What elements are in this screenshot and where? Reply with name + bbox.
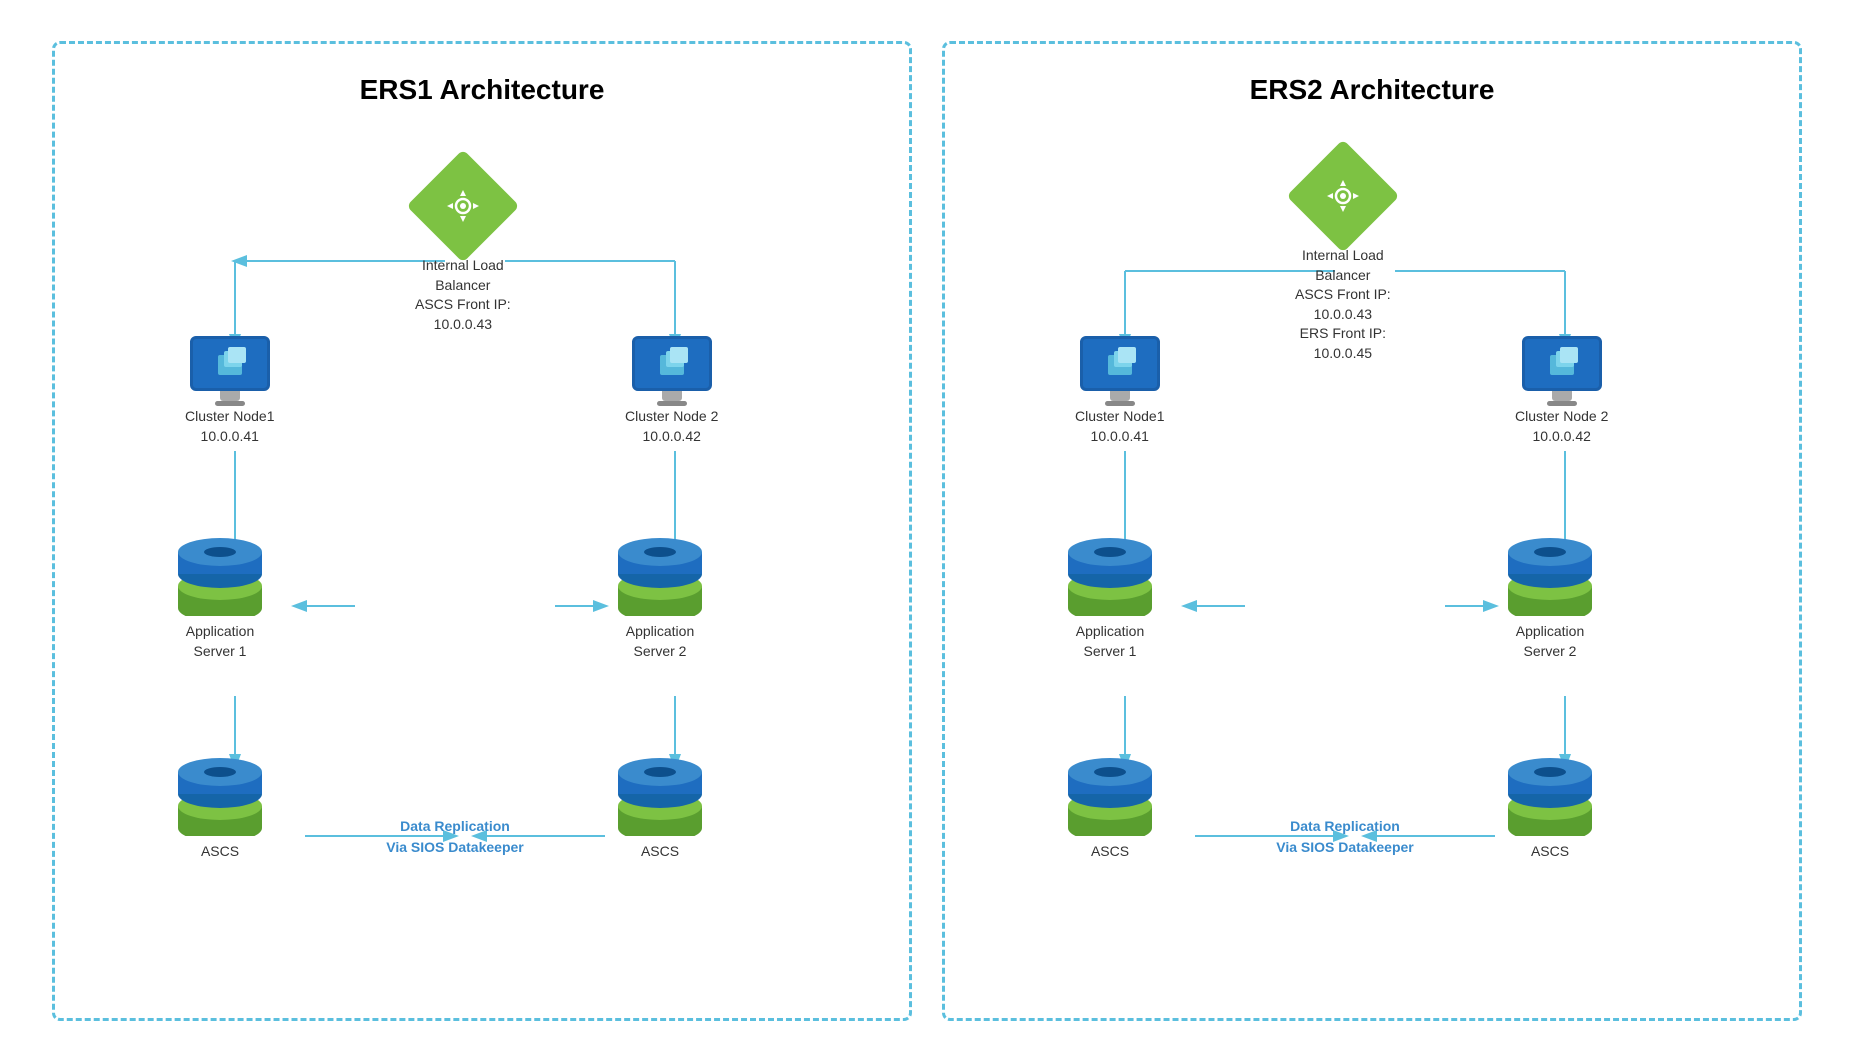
ers1-ascs2: ASCS: [615, 756, 705, 862]
ers2-ascs1-label: ASCS: [1091, 842, 1129, 862]
ers2-app-server1-label: ApplicationServer 1: [1076, 622, 1145, 661]
ers1-node2: Cluster Node 210.0.0.42: [625, 336, 718, 446]
ers2-diagram: Internal LoadBalancerASCS Front IP:10.0.…: [965, 116, 1779, 1016]
ers2-app-server2: ApplicationServer 2: [1505, 536, 1595, 661]
ers2-ascs1: ASCS: [1065, 756, 1155, 862]
ers2-app-server1-icon: [1065, 536, 1155, 616]
ers1-diagram: Internal LoadBalancerASCS Front IP:10.0.…: [75, 116, 889, 1016]
ers1-app-server1: ApplicationServer 1: [175, 536, 265, 661]
ascs1-icon: [175, 756, 265, 836]
ers2-app-server1: ApplicationServer 1: [1065, 536, 1155, 661]
ers1-ascs1-label: ASCS: [201, 842, 239, 862]
ers2-node2-label: Cluster Node 210.0.0.42: [1515, 407, 1608, 446]
ers1-node2-label: Cluster Node 210.0.0.42: [625, 407, 718, 446]
ers2-lb-diamond-icon: [1286, 139, 1399, 252]
ers2-lb-label: Internal LoadBalancerASCS Front IP:10.0.…: [1295, 246, 1391, 364]
ers2-ascs2-icon: [1505, 756, 1595, 836]
ers2-cluster-node2-icon: [1522, 336, 1602, 401]
ers2-cluster-node1-icon: [1080, 336, 1160, 401]
ers1-node1: Cluster Node110.0.0.41: [185, 336, 275, 446]
ers1-app-server1-label: ApplicationServer 1: [186, 622, 255, 661]
ers2-node2: Cluster Node 210.0.0.42: [1515, 336, 1608, 446]
ers2-ascs2: ASCS: [1505, 756, 1595, 862]
ers1-app-server2: ApplicationServer 2: [615, 536, 705, 661]
app-server1-icon: [175, 536, 265, 616]
ers1-replication-label: Data ReplicationVia SIOS Datakeeper: [345, 816, 565, 858]
lb-diamond-icon: [406, 149, 519, 262]
ers2-app-server2-label: ApplicationServer 2: [1516, 622, 1585, 661]
ers2-node1: Cluster Node110.0.0.41: [1075, 336, 1165, 446]
ers2-cube-icon-2: [1542, 347, 1582, 381]
ers2-lb-arrows-icon: [1325, 178, 1361, 214]
ers2-cube-icon: [1100, 347, 1140, 381]
ers2-replication-label: Data ReplicationVia SIOS Datakeeper: [1235, 816, 1455, 858]
ers1-app-server2-label: ApplicationServer 2: [626, 622, 695, 661]
ers1-lb: Internal LoadBalancerASCS Front IP:10.0.…: [415, 166, 511, 334]
ers1-node1-label: Cluster Node110.0.0.41: [185, 407, 275, 446]
ers2-box: ERS2 Architecture: [942, 41, 1802, 1021]
ers2-title: ERS2 Architecture: [965, 74, 1779, 106]
lb-arrows-icon: [445, 188, 481, 224]
ers1-lb-label: Internal LoadBalancerASCS Front IP:10.0.…: [415, 256, 511, 334]
cube-icon-2: [652, 347, 692, 381]
ers1-ascs1: ASCS: [175, 756, 265, 862]
ers2-app-server2-icon: [1505, 536, 1595, 616]
ascs2-icon: [615, 756, 705, 836]
ers1-ascs2-label: ASCS: [641, 842, 679, 862]
ers1-title: ERS1 Architecture: [75, 74, 889, 106]
ers1-box: ERS1 Architecture: [52, 41, 912, 1021]
app-server2-icon: [615, 536, 705, 616]
cluster-node1-icon: [190, 336, 270, 401]
ers2-ascs2-label: ASCS: [1531, 842, 1569, 862]
page-container: ERS1 Architecture: [0, 0, 1854, 1062]
ers2-ascs1-icon: [1065, 756, 1155, 836]
cube-icon: [210, 347, 250, 381]
cluster-node2-icon: [632, 336, 712, 401]
ers2-node1-label: Cluster Node110.0.0.41: [1075, 407, 1165, 446]
ers2-lb: Internal LoadBalancerASCS Front IP:10.0.…: [1295, 156, 1391, 364]
